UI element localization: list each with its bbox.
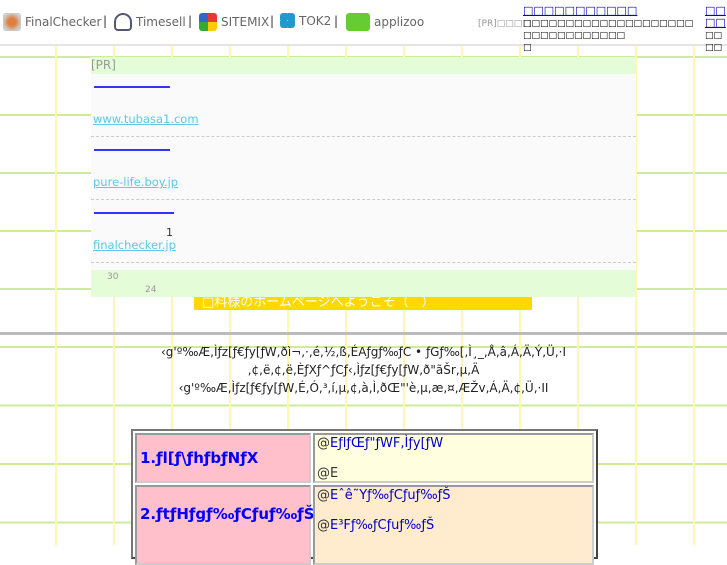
- separator: |: [334, 14, 339, 28]
- intro-line: ‹g'º‰Æ,Ìƒz[ƒ€ƒy[ƒW,É,Ó,³,í,µ,¢,à,Ì,ðŒ"'è…: [178, 381, 549, 395]
- at-mark: @: [317, 518, 330, 533]
- pr-item-title-link[interactable]: [94, 86, 170, 88]
- at-mark: @: [317, 488, 330, 503]
- menu-table: 1.ƒl[ƒ\ƒhƒbƒNƒX @EƒlƒŒƒ"ƒWF,Ìƒy[ƒW @E 2.…: [131, 429, 598, 565]
- list-item-link[interactable]: E: [330, 466, 338, 481]
- link-label: SITEMIX: [221, 15, 270, 29]
- intro-line: ,¢,ë,¢,ë,ÈƒXƒ^ƒCƒ‹,Ìƒz[ƒ€ƒy[ƒW,ð"ãŠr,µ,Ä: [247, 363, 480, 377]
- pr-footer: 30 24: [91, 270, 636, 297]
- finalchecker-link[interactable]: FinalChecker: [3, 13, 101, 31]
- tok2-logo-icon: [280, 13, 295, 28]
- ad-1-description: □□□□□□□□□□□□□□□□□□□□□□□□□□□□□□□□: [523, 19, 694, 41]
- link-label: TOK2: [299, 13, 332, 28]
- separator: |: [188, 14, 193, 28]
- list-item[interactable]: @Eˆê˜Yƒ‰ƒCƒuƒ‰ƒŠ: [317, 488, 451, 503]
- list-item-link[interactable]: E³Fƒ‰ƒCƒuƒ‰ƒŠ: [330, 518, 434, 533]
- applizoo-logo-icon: [346, 13, 370, 31]
- link-label: FinalChecker: [25, 15, 102, 29]
- intro-line: ‹g'º‰Æ,Ìƒz[ƒ€ƒy[ƒW,ðì¬,·,é,½,ß,ÉAƒgƒ‰ƒC …: [161, 345, 566, 359]
- pr-header: [PR]: [91, 57, 636, 74]
- timesell-logo-icon: [114, 13, 132, 31]
- list-item[interactable]: @E³Fƒ‰ƒCƒuƒ‰ƒŠ: [317, 518, 434, 533]
- pr-item-url[interactable]: finalchecker.jp: [93, 238, 176, 252]
- pr-footer-count-a: 30: [107, 272, 119, 282]
- link-label: Timesell: [136, 15, 186, 29]
- list-item-link[interactable]: EƒlƒŒƒ"ƒWF,Ìƒy[ƒW: [330, 436, 443, 451]
- separator: |: [270, 14, 275, 28]
- at-mark: @: [317, 436, 330, 451]
- applizoo-link[interactable]: applizoo: [346, 13, 424, 31]
- table-row-heading[interactable]: 2.ƒtƒHƒgƒ‰ƒCƒuƒ‰ƒŠƒB: [135, 485, 332, 565]
- finalchecker-logo-icon: [3, 13, 21, 31]
- ad-1-title-link[interactable]: □□□□□□□□□□□: [523, 4, 637, 17]
- list-item[interactable]: @EƒlƒŒƒ"ƒWF,Ìƒy[ƒW: [317, 436, 443, 451]
- pr-item[interactable]: www.tubasa1.com: [91, 74, 636, 137]
- pr-item-url[interactable]: www.tubasa1.com: [93, 112, 199, 126]
- tok2-link[interactable]: TOK2: [280, 13, 331, 28]
- table-row-links: @Eˆê˜Yƒ‰ƒCƒuƒ‰ƒŠ @E³Fƒ‰ƒCƒuƒ‰ƒŠ: [313, 485, 594, 565]
- table-row-links: @EƒlƒŒƒ"ƒWF,Ìƒy[ƒW @E: [313, 433, 594, 483]
- pr-item[interactable]: pure-life.boy.jp: [91, 137, 636, 200]
- pr-item-title-link[interactable]: [94, 212, 174, 214]
- pr-ad-box: [PR] www.tubasa1.com pure-life.boy.jp 1 …: [91, 57, 636, 297]
- top-link-bar: FinalChecker | Timesell | SITEMIX | TOK2…: [0, 0, 727, 53]
- ad-2-title-link[interactable]: □□□□: [705, 4, 726, 29]
- list-item-link[interactable]: Eˆê˜Yƒ‰ƒCƒuƒ‰ƒŠ: [330, 488, 451, 503]
- pr-item-url[interactable]: pure-life.boy.jp: [93, 175, 178, 189]
- sitemix-link[interactable]: SITEMIX: [199, 13, 269, 31]
- table-row-heading[interactable]: 1.ƒl[ƒ\ƒhƒbƒNƒX: [135, 433, 311, 483]
- at-mark: @: [317, 466, 330, 481]
- intro-text: ‹g'º‰Æ,Ìƒz[ƒ€ƒy[ƒW,ðì¬,·,é,½,ß,ÉAƒgƒ‰ƒC …: [0, 343, 727, 397]
- separator: |: [103, 14, 108, 28]
- pr-item[interactable]: 1 finalchecker.jp: [91, 200, 636, 263]
- sitemix-logo-icon: [199, 13, 217, 31]
- timesell-link[interactable]: Timesell: [114, 13, 186, 31]
- link-label: applizoo: [374, 15, 425, 29]
- pr-footer-count-b: 24: [145, 285, 157, 295]
- list-item[interactable]: @E: [317, 466, 338, 481]
- pr-item-title-link[interactable]: [94, 149, 170, 151]
